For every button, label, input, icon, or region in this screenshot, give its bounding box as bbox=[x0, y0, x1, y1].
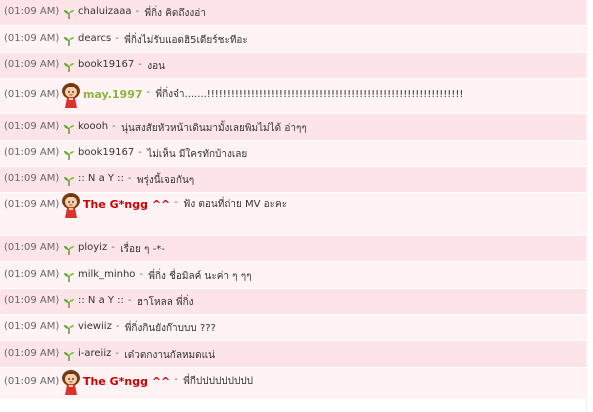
message-separator: - bbox=[174, 374, 178, 385]
message-separator: - bbox=[138, 147, 142, 158]
message-text: เด๋วตกงานกัลหมดแน่ bbox=[124, 350, 215, 361]
message-separator: - bbox=[135, 6, 140, 17]
message-timestamp: (01:09 AM) bbox=[4, 376, 60, 387]
message-username[interactable]: book19167 bbox=[78, 147, 134, 158]
message-text: ฟัง ตอนที่ถ่าย MV อะคะ bbox=[183, 199, 288, 210]
chat-message-row: (01:09 AM) may.1997- พี่กิ่งจ๋า.......!!!… bbox=[0, 79, 586, 114]
message-timestamp: (01:09 AM) bbox=[4, 89, 60, 100]
message-text: พี่กิ่งกินยังก๊าบบบ ??? bbox=[124, 323, 216, 334]
message-timestamp: (01:09 AM) bbox=[4, 33, 60, 44]
message-separator: - bbox=[111, 242, 115, 253]
message-separator: - bbox=[115, 321, 120, 332]
message-separator: - bbox=[138, 59, 142, 70]
message-timestamp: (01:09 AM) bbox=[4, 173, 60, 184]
message-separator: - bbox=[115, 33, 119, 44]
message-username[interactable]: i-areiiz bbox=[78, 348, 111, 359]
scrollbar-track[interactable] bbox=[586, 0, 593, 412]
message-username[interactable]: The G*ngg ^^ bbox=[83, 198, 170, 211]
message-text: พี่กิ่งจ๋า.......!!!!!!!!!!!!!!!!!!!!!!!… bbox=[155, 89, 464, 100]
chat-message-row: (01:09 AM) i-areiiz - เด๋วตกงานกัลหมดแน่ bbox=[0, 341, 586, 368]
message-timestamp: (01:09 AM) bbox=[4, 269, 60, 280]
message-separator: - bbox=[127, 295, 132, 306]
message-timestamp: (01:09 AM) bbox=[4, 242, 60, 253]
message-username[interactable]: may.1997 bbox=[83, 88, 143, 101]
chat-message-row: (01:09 AM) koooh - นุ่นสงสัยหัวหน้าเดินมาม… bbox=[0, 114, 586, 141]
message-text: พี่กิ่งไม่รับแอดฮิ5เดียร์ชะทีอะ bbox=[124, 35, 248, 46]
sprout-icon bbox=[64, 125, 74, 134]
message-username[interactable]: viewiiz bbox=[78, 321, 112, 332]
chat-message-row: (01:09 AM) chaluizaaa - พี่กิ่ง คิดถึงงอ่า bbox=[0, 0, 586, 26]
sprout-icon bbox=[64, 177, 74, 186]
sprout-icon bbox=[64, 246, 74, 255]
message-text: พี่กีปปปปปปปปป bbox=[183, 376, 254, 387]
message-username[interactable]: milk_minho bbox=[78, 269, 135, 280]
sprout-icon bbox=[64, 352, 74, 361]
message-username[interactable]: koooh bbox=[78, 121, 108, 132]
chat-message-row: (01:09 AM) viewiiz - พี่กิ่งกินยังก๊าบบบ ?… bbox=[0, 315, 586, 341]
message-text: งอน bbox=[147, 61, 165, 72]
message-text: ฮาโหลล พี่กิ่ง bbox=[136, 297, 194, 308]
message-timestamp: (01:09 AM) bbox=[4, 147, 60, 158]
message-separator: - bbox=[115, 348, 119, 359]
sprout-icon bbox=[64, 325, 74, 334]
message-username[interactable]: The G*ngg ^^ bbox=[83, 375, 170, 388]
chat-message-row: (01:09 AM) The G*ngg ^^ - ฟัง ตอนที่ถ่าย M… bbox=[0, 193, 586, 236]
chat-message-row: (01:09 AM) milk_minho - พี่กิ่ง ชื่อมิลค์ … bbox=[0, 262, 586, 289]
girl-avatar-icon bbox=[62, 370, 80, 395]
message-separator: - bbox=[127, 173, 132, 184]
chat-message-row: (01:09 AM) book19167- ไม่เห็น มีใครทักบ้า… bbox=[0, 141, 586, 167]
message-separator: - bbox=[174, 197, 178, 208]
message-username[interactable]: :: N a Y :: bbox=[78, 295, 124, 306]
sprout-icon bbox=[64, 151, 74, 160]
sprout-icon bbox=[64, 299, 74, 308]
chat-log: (01:09 AM) chaluizaaa - พี่กิ่ง คิดถึงงอ่า… bbox=[0, 0, 586, 400]
message-separator: - bbox=[139, 269, 144, 280]
message-timestamp: (01:09 AM) bbox=[4, 295, 60, 306]
message-username[interactable]: chaluizaaa bbox=[78, 6, 132, 17]
sprout-icon bbox=[64, 37, 74, 46]
message-text: เรื่อย ๆ -*- bbox=[120, 244, 165, 255]
sprout-icon bbox=[64, 63, 74, 72]
message-text: พี่กิ่ง คิดถึงงอ่า bbox=[144, 8, 206, 19]
chat-message-row: (01:09 AM) book19167- งอน bbox=[0, 53, 586, 79]
chat-message-row: (01:09 AM) dearcs - พี่กิ่งไม่รับแอดฮิ5เดี… bbox=[0, 26, 586, 53]
message-username[interactable]: book19167 bbox=[78, 59, 134, 70]
message-timestamp: (01:09 AM) bbox=[4, 348, 60, 359]
message-text: พี่กิ่ง ชื่อมิลค์ นะค่า ๆ ๆๆ bbox=[148, 271, 252, 282]
message-timestamp: (01:09 AM) bbox=[4, 321, 60, 332]
message-timestamp: (01:09 AM) bbox=[4, 6, 60, 17]
message-timestamp: (01:09 AM) bbox=[4, 121, 60, 132]
message-timestamp: (01:09 AM) bbox=[4, 59, 60, 70]
chat-message-row: (01:09 AM) :: N a Y :: - ฮาโหลล พี่กิ่ง bbox=[0, 289, 586, 315]
girl-avatar-icon bbox=[62, 83, 80, 108]
chat-message-row: (01:09 AM) :: N a Y :: - พรุ่งนี้เจอกันๆ bbox=[0, 167, 586, 193]
message-timestamp: (01:09 AM) bbox=[4, 199, 60, 210]
sprout-icon bbox=[64, 10, 74, 19]
message-text: ไม่เห็น มีใครทักบ้างเลย bbox=[147, 149, 248, 160]
message-text: พรุ่งนี้เจอกันๆ bbox=[136, 175, 195, 186]
chat-message-row: (01:09 AM) ployiz - เรื่อย ๆ -*- bbox=[0, 236, 586, 262]
message-separator: - bbox=[112, 121, 116, 132]
chat-message-row: (01:09 AM) The G*ngg ^^ - พี่กีปปปปปปปปป bbox=[0, 368, 586, 400]
girl-avatar-icon bbox=[62, 193, 80, 218]
message-username[interactable]: ployiz bbox=[78, 242, 107, 253]
message-separator: - bbox=[146, 87, 151, 98]
message-text: นุ่นสงสัยหัวหน้าเดินมามั้งเลยพิมไม่ได้ อ… bbox=[121, 123, 307, 134]
message-username[interactable]: :: N a Y :: bbox=[78, 173, 124, 184]
sprout-icon bbox=[64, 273, 74, 282]
message-username[interactable]: dearcs bbox=[78, 33, 111, 44]
